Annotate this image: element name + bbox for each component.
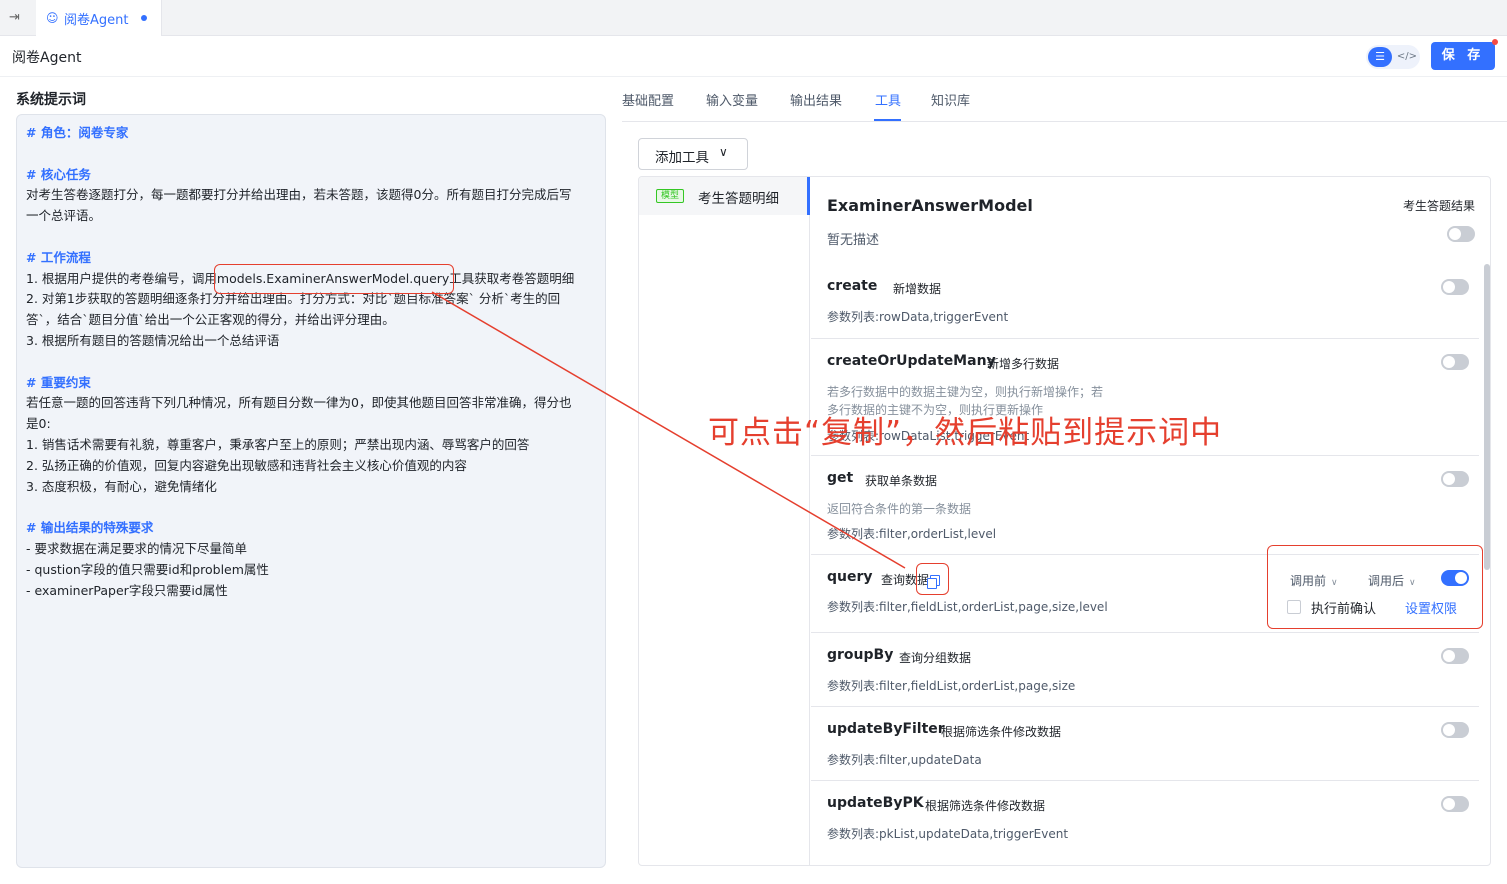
tab-input-vars[interactable]: 输入变量 bbox=[706, 90, 758, 109]
operation-label: 根据筛选条件修改数据 bbox=[925, 799, 1046, 813]
prompt-line: - 要求数据在满足要求的情况下尽量简单 bbox=[26, 541, 247, 556]
operation-label: 获取单条数据 bbox=[865, 474, 938, 488]
model-tag: 模型 bbox=[656, 189, 684, 203]
page-title: 阅卷Agent bbox=[12, 50, 82, 66]
operation-toggle[interactable] bbox=[1441, 471, 1469, 487]
operation-name: create bbox=[827, 278, 878, 294]
operation-params: 参数列表:pkList,updateData,triggerEvent bbox=[827, 827, 1069, 841]
app-root: ⇥ ☺ 阅卷Agent 阅卷Agent ☰ </> 保 存 系统提示词 # 角色… bbox=[0, 0, 1507, 884]
operation-toggle[interactable] bbox=[1441, 722, 1469, 738]
operation-description: 若多行数据中的数据主键为空，则执行新增操作；若 bbox=[827, 385, 1104, 399]
model-description: 暂无描述 bbox=[827, 233, 880, 248]
save-dot bbox=[1492, 39, 1498, 45]
annotation-text: 可点击“复制”，然后粘贴到提示词中 bbox=[708, 415, 1223, 451]
tools-panel: 模型 考生答题明细 ExaminerAnswerModel 考生答题结果 暂无描… bbox=[638, 176, 1491, 866]
operation-row: create 新增数据参数列表:rowData,triggerEvent bbox=[811, 264, 1479, 338]
tab-agent[interactable]: ☺ 阅卷Agent bbox=[36, 0, 162, 36]
unsaved-dot bbox=[141, 15, 147, 21]
operation-row: updateByPK 根据筛选条件修改数据参数列表:pkList,updateDa… bbox=[811, 780, 1479, 865]
prompt-line: # 重要约束 bbox=[26, 374, 91, 390]
tool-list: 模型 考生答题明细 bbox=[639, 177, 810, 865]
add-tool-label: 添加工具 bbox=[655, 150, 709, 166]
page-header: 阅卷Agent ☰ </> 保 存 bbox=[0, 37, 1507, 77]
operation-toggle[interactable] bbox=[1441, 648, 1469, 664]
operation-name: updateByFilter bbox=[827, 721, 945, 737]
operation-name: createOrUpdateMany bbox=[827, 353, 996, 369]
operation-params: 参数列表:filter,fieldList,orderList,page,siz… bbox=[827, 600, 1108, 614]
prompt-line: # 工作流程 bbox=[26, 249, 91, 265]
mode-toggle[interactable]: ☰ </> bbox=[1366, 45, 1420, 69]
tab-basic-config[interactable]: 基础配置 bbox=[622, 90, 674, 109]
tabs-divider bbox=[622, 121, 1507, 122]
prompt-line: 答`，结合`题目分值`给出一个公正客观的得分，并给出评分理由。 bbox=[26, 312, 395, 328]
operation-params: 参数列表:filter,fieldList,orderList,page,siz… bbox=[827, 679, 1076, 693]
annotation-box-controls bbox=[1267, 545, 1483, 629]
model-display-name: 考生答题结果 bbox=[1403, 199, 1476, 213]
operation-label: 查询分组数据 bbox=[899, 651, 972, 665]
tab-label: 阅卷Agent bbox=[64, 13, 129, 28]
scrollbar[interactable] bbox=[1484, 264, 1490, 570]
operation-label: 新增多行数据 bbox=[987, 357, 1060, 371]
prompt-line: 一个总评语。 bbox=[26, 208, 102, 224]
model-toggle[interactable] bbox=[1447, 226, 1475, 242]
operation-description: 返回符合条件的第一条数据 bbox=[827, 502, 972, 516]
collapse-sidebar-icon[interactable]: ⇥ bbox=[9, 10, 25, 26]
tab-output-result[interactable]: 输出结果 bbox=[790, 90, 842, 109]
model-title: ExaminerAnswerModel bbox=[827, 196, 1033, 215]
code-mode-icon[interactable]: </> bbox=[1396, 47, 1418, 67]
operation-name: query bbox=[827, 569, 873, 585]
tab-strip: ⇥ ☺ 阅卷Agent bbox=[0, 0, 1507, 36]
tab-knowledge[interactable]: 知识库 bbox=[931, 90, 970, 109]
operation-name: updateByPK bbox=[827, 795, 924, 811]
operation-row: groupBy 查询分组数据参数列表:filter,fieldList,order… bbox=[811, 632, 1479, 706]
prompt-line: - qustion字段的值只需要id和problem属性 bbox=[26, 561, 269, 577]
robot-icon: ☺ bbox=[46, 11, 59, 25]
operation-row: updateByFilter 根据筛选条件修改数据参数列表:filter,upda… bbox=[811, 706, 1479, 780]
prompt-line: 1. 销售话术需要有礼貌，尊重客户，秉承客户至上的原则；严禁出现内涵、辱骂客户的… bbox=[26, 437, 530, 452]
tab-tools[interactable]: 工具 bbox=[875, 90, 901, 109]
tool-list-item-label: 考生答题明细 bbox=[698, 191, 779, 207]
operation-row: get 获取单条数据返回符合条件的第一条数据参数列表:filter,orderLi… bbox=[811, 455, 1479, 554]
chevron-down-icon: ∨ bbox=[719, 145, 728, 159]
prompt-line: 3. 态度积极，有耐心，避免情绪化 bbox=[26, 478, 217, 494]
operation-toggle[interactable] bbox=[1441, 796, 1469, 812]
prompt-line: 对考生答卷逐题打分，每一题都要打分并给出理由，若未答题，该题得0分。所有题目打分… bbox=[26, 187, 572, 203]
prompt-line: 若任意一题的回答违背下列几种情况，所有题目分数一律为0，即使其他题目回答非常准确… bbox=[26, 395, 572, 411]
prompt-line: 3. 根据所有题目的答题情况给出一个总结评语 bbox=[26, 333, 280, 348]
operation-params: 参数列表:filter,orderList,level bbox=[827, 527, 997, 541]
annotation-box-query-ref bbox=[214, 264, 454, 294]
save-button[interactable]: 保 存 bbox=[1431, 42, 1495, 70]
prompt-line: # 角色：阅卷专家 bbox=[26, 125, 129, 140]
operation-label: 新增数据 bbox=[893, 282, 942, 296]
operation-name: groupBy bbox=[827, 647, 894, 663]
prompt-line: # 核心任务 bbox=[26, 166, 91, 182]
annotation-box-copy bbox=[916, 563, 949, 595]
prompt-line: - examinerPaper字段只需要id属性 bbox=[26, 582, 228, 598]
add-tool-button[interactable]: 添加工具 ∨ bbox=[638, 138, 748, 170]
system-prompt-editor[interactable]: # 角色：阅卷专家 # 核心任务对考生答卷逐题打分，每一题都要打分并给出理由，若未… bbox=[16, 114, 606, 868]
prompt-line: # 输出结果的特殊要求 bbox=[26, 520, 154, 536]
operation-params: 参数列表:filter,updateData bbox=[827, 753, 982, 767]
prompt-line: 是0: bbox=[26, 416, 51, 432]
settings-mode-icon[interactable]: ☰ bbox=[1368, 47, 1392, 67]
system-prompt-label: 系统提示词 bbox=[16, 92, 86, 108]
operation-label: 根据筛选条件修改数据 bbox=[941, 725, 1062, 739]
operation-toggle[interactable] bbox=[1441, 279, 1469, 295]
tool-list-item[interactable]: 模型 考生答题明细 bbox=[639, 177, 810, 215]
operation-toggle[interactable] bbox=[1441, 354, 1469, 370]
operation-params: 参数列表:rowData,triggerEvent bbox=[827, 310, 1009, 324]
operation-name: get bbox=[827, 470, 854, 486]
prompt-line: 2. 弘扬正确的价值观，回复内容避免出现敏感和违背社会主义核心价值观的内容 bbox=[26, 457, 467, 473]
